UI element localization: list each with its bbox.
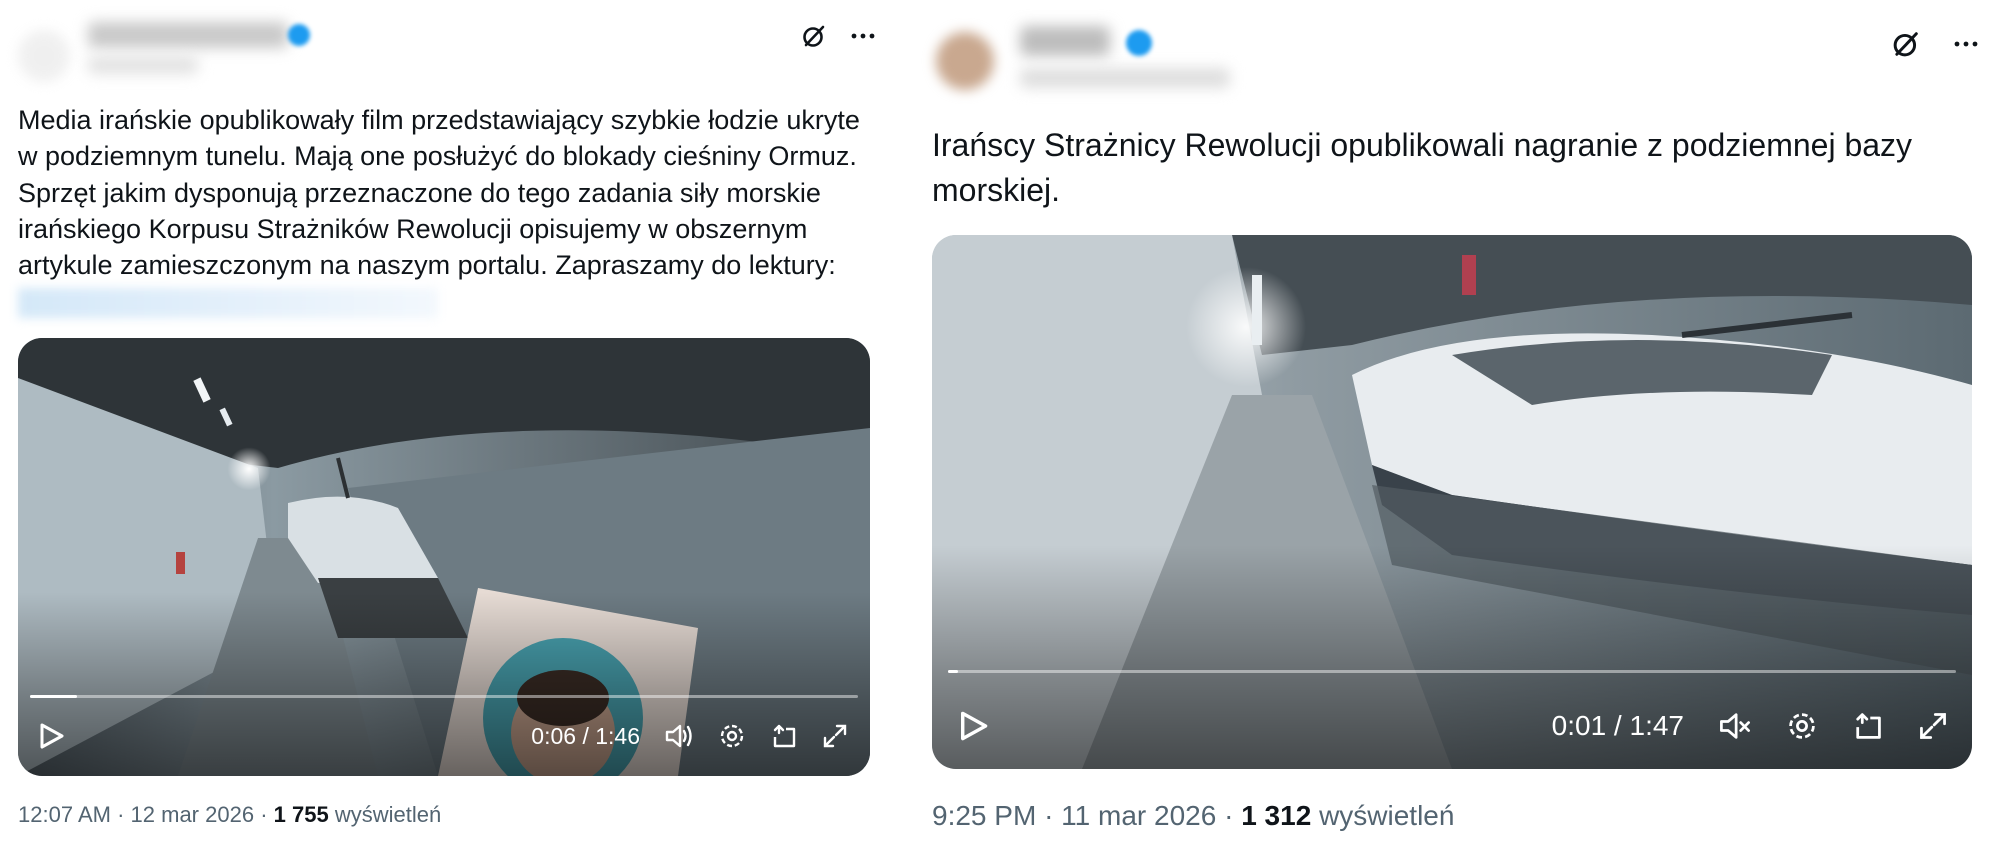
tweet-date[interactable]: 11 mar 2026 xyxy=(1061,800,1216,831)
avatar[interactable] xyxy=(18,30,70,82)
muted-icon[interactable] xyxy=(1718,710,1752,742)
verified-badge-icon xyxy=(1126,30,1152,56)
tweet-meta: 12:07 AM · 12 mar 2026 · 1 755 wyświetle… xyxy=(18,802,441,828)
tweet-text: Media irańskie opublikowały film przedst… xyxy=(18,105,860,281)
pip-icon[interactable] xyxy=(1852,710,1884,742)
author-handle[interactable] xyxy=(88,56,198,74)
verified-badge-icon xyxy=(288,24,310,46)
play-icon[interactable] xyxy=(958,710,988,742)
video-player[interactable]: 0:06 / 1:46 xyxy=(18,338,870,776)
settings-icon[interactable] xyxy=(718,722,746,750)
volume-icon[interactable] xyxy=(664,722,694,750)
avatar[interactable] xyxy=(936,32,994,90)
tweet-time[interactable]: 9:25 PM xyxy=(932,800,1036,831)
author-display-name[interactable] xyxy=(88,22,288,48)
video-time: 0:01 / 1:47 xyxy=(1551,710,1684,741)
fullscreen-icon[interactable] xyxy=(1918,711,1948,741)
views-label: wyświetleń xyxy=(334,802,442,827)
views-label: wyświetleń xyxy=(1319,800,1455,831)
meta-separator: · xyxy=(260,802,268,827)
author-display-name[interactable] xyxy=(1020,26,1110,56)
tweet-card: Irańscy Strażnicy Rewolucji opublikowali… xyxy=(912,0,2000,847)
meta-separator: · xyxy=(1044,800,1054,831)
views-count: 1 312 xyxy=(1241,800,1312,831)
video-progress-fill xyxy=(30,695,78,698)
more-icon[interactable] xyxy=(850,32,876,40)
fullscreen-icon[interactable] xyxy=(822,723,848,749)
meta-separator: · xyxy=(117,802,125,827)
tweet-card: Media irańskie opublikowały film przedst… xyxy=(0,0,880,847)
views-count: 1 755 xyxy=(273,802,329,827)
video-player[interactable]: 0:01 / 1:47 xyxy=(932,235,1972,769)
settings-icon[interactable] xyxy=(1786,710,1818,742)
pip-icon[interactable] xyxy=(770,722,798,750)
tweet-meta: 9:25 PM · 11 mar 2026 · 1 312 wyświetleń xyxy=(932,800,1454,832)
video-progress-fill xyxy=(948,670,959,673)
more-icon[interactable] xyxy=(1952,40,1980,48)
grok-icon[interactable] xyxy=(800,22,828,50)
article-link[interactable] xyxy=(18,288,438,318)
tweet-text: Irańscy Strażnicy Rewolucji opublikowali… xyxy=(932,127,1913,208)
tweet-time[interactable]: 12:07 AM xyxy=(18,802,111,827)
video-progress-bar[interactable] xyxy=(30,695,858,698)
play-icon[interactable] xyxy=(38,722,64,750)
meta-separator: · xyxy=(1224,800,1234,831)
video-progress-bar[interactable] xyxy=(948,670,1956,673)
video-time: 0:06 / 1:46 xyxy=(531,722,640,749)
grok-icon[interactable] xyxy=(1890,28,1922,60)
tweet-date[interactable]: 12 mar 2026 xyxy=(131,802,255,827)
author-handle[interactable] xyxy=(1020,68,1230,88)
